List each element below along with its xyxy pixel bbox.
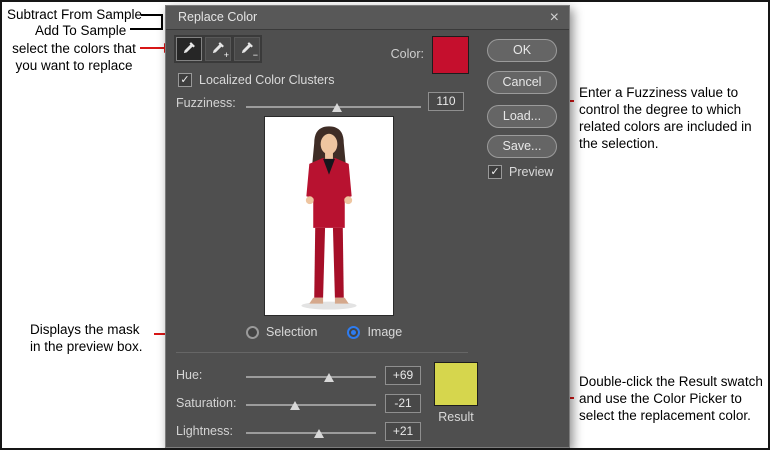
cancel-button[interactable]: Cancel bbox=[487, 71, 557, 94]
image-radio[interactable] bbox=[347, 325, 361, 339]
load-button[interactable]: Load... bbox=[487, 105, 557, 128]
dialog-titlebar[interactable]: Replace Color × bbox=[166, 6, 569, 30]
saturation-slider[interactable] bbox=[246, 401, 376, 410]
lightness-label: Lightness: bbox=[176, 424, 233, 438]
localized-label: Localized Color Clusters bbox=[199, 73, 335, 87]
saturation-slider-thumb[interactable] bbox=[290, 401, 301, 410]
minus-glyph: − bbox=[252, 50, 258, 60]
preview-checkbox[interactable]: ✓ bbox=[488, 165, 502, 179]
dialog-title: Replace Color bbox=[178, 10, 258, 24]
plus-glyph: + bbox=[223, 50, 229, 60]
saturation-label: Saturation: bbox=[176, 396, 237, 410]
color-label: Color: bbox=[390, 47, 424, 61]
display-mode-radios: Selection Image bbox=[246, 325, 402, 339]
result-label: Result bbox=[438, 410, 474, 424]
annotation-result-note: Double-click the Result swatch and use t… bbox=[579, 374, 763, 423]
save-button[interactable]: Save... bbox=[487, 135, 557, 158]
image-radio-dot bbox=[351, 329, 357, 335]
saturation-row: Saturation: -21 bbox=[166, 394, 436, 414]
eyedropper-toolbar: + − bbox=[174, 35, 262, 63]
add-to-sample-button[interactable]: + bbox=[205, 37, 231, 61]
selection-radio[interactable] bbox=[246, 325, 259, 339]
eyedropper-icon bbox=[182, 40, 197, 58]
color-swatch[interactable] bbox=[432, 36, 469, 74]
selection-radio-label: Selection bbox=[266, 325, 318, 339]
lightness-slider[interactable] bbox=[246, 429, 376, 438]
model-photo bbox=[301, 126, 357, 310]
replace-color-dialog: Replace Color × + − Color: ✓ Localized C… bbox=[165, 5, 570, 448]
hue-row: Hue: +69 bbox=[166, 366, 436, 386]
selection-radio-item[interactable]: Selection bbox=[246, 325, 317, 339]
hue-label: Hue: bbox=[176, 368, 203, 382]
select-colors-arrow bbox=[140, 47, 165, 49]
lightness-slider-thumb[interactable] bbox=[313, 429, 324, 438]
result-swatch[interactable] bbox=[434, 362, 478, 406]
fuzziness-slider[interactable] bbox=[246, 103, 421, 112]
lightness-value-field[interactable]: +21 bbox=[385, 422, 421, 441]
figure-canvas: Subtract From Sample Add To Sample selec… bbox=[0, 0, 770, 450]
annotation-mask-note: Displays the mask in the preview box. bbox=[30, 322, 143, 354]
section-divider bbox=[176, 352, 468, 353]
preview-label: Preview bbox=[509, 165, 554, 179]
annotation-fuzziness-note: Enter a Fuzziness value to control the d… bbox=[579, 85, 752, 151]
fuzziness-slider-thumb[interactable] bbox=[332, 103, 342, 112]
image-radio-item[interactable]: Image bbox=[347, 325, 402, 339]
connector-line bbox=[141, 14, 163, 16]
hue-slider-thumb[interactable] bbox=[324, 373, 335, 382]
image-radio-label: Image bbox=[367, 325, 403, 339]
localized-checkbox-row: ✓ Localized Color Clusters bbox=[178, 73, 334, 87]
fuzziness-value-field[interactable]: 110 bbox=[428, 92, 464, 111]
lightness-row: Lightness: +21 bbox=[166, 422, 436, 442]
annotation-subtract-from-sample: Subtract From Sample bbox=[7, 7, 143, 22]
preview-image-box[interactable] bbox=[264, 116, 394, 316]
hue-value-field[interactable]: +69 bbox=[385, 366, 421, 385]
annotation-add-to-sample: Add To Sample bbox=[35, 23, 127, 38]
connector-line bbox=[130, 28, 163, 30]
eyedropper-button[interactable] bbox=[176, 37, 202, 61]
saturation-value-field[interactable]: -21 bbox=[385, 394, 421, 413]
fuzziness-label: Fuzziness: bbox=[176, 96, 236, 110]
localized-checkbox[interactable]: ✓ bbox=[178, 73, 192, 87]
close-icon[interactable]: × bbox=[550, 6, 559, 29]
hue-slider[interactable] bbox=[246, 373, 376, 382]
preview-checkbox-row: ✓ Preview bbox=[488, 165, 553, 179]
annotation-select-colors: select the colors that you want to repla… bbox=[12, 41, 136, 73]
subtract-from-sample-button[interactable]: − bbox=[234, 37, 260, 61]
ok-button[interactable]: OK bbox=[487, 39, 557, 62]
